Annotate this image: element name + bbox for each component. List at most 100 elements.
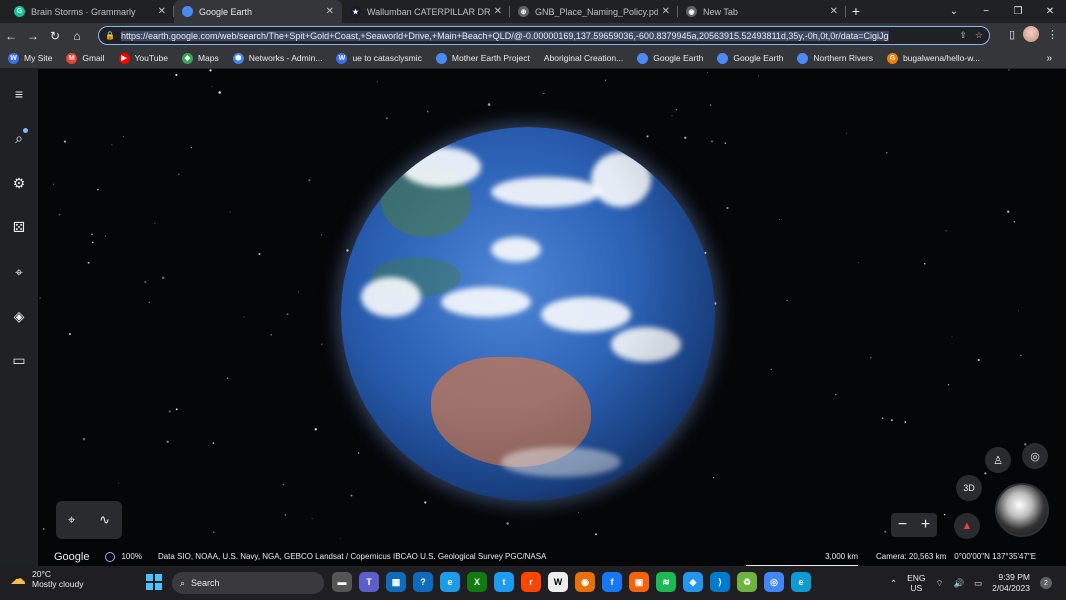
zoom-in-button[interactable]: + <box>921 516 930 534</box>
star <box>770 368 772 371</box>
data-attribution[interactable]: Data SIO, NOAA, U.S. Navy, NGA, GEBCO La… <box>158 552 546 561</box>
compass-icon[interactable]: ▲ <box>954 513 980 539</box>
taskbar-search[interactable]: ⌕ Search <box>172 572 324 594</box>
star <box>211 86 213 88</box>
bookmark-item[interactable]: Wue to catasclysmic <box>336 52 422 64</box>
file-explorer-icon[interactable]: ▬ <box>332 572 352 592</box>
tab-close-icon[interactable]: ✕ <box>830 6 838 17</box>
bookmark-item[interactable]: M Gmail <box>66 52 105 64</box>
bookmark-item[interactable]: ▶ YouTube <box>118 52 168 64</box>
my-location-icon[interactable]: ◎ <box>1022 443 1048 469</box>
toggle-3d-button[interactable]: 3D <box>956 475 982 501</box>
projects-pin-icon[interactable]: ⌖ <box>9 262 29 282</box>
bookmark-item[interactable]: Gbugalwena/hello-w... <box>886 52 980 64</box>
tab-0[interactable]: G Brain Storms · Grammarly ✕ <box>6 0 174 23</box>
wifi-icon[interactable]: ⌔ <box>936 578 944 589</box>
draw-path-icon[interactable]: ∿ <box>99 512 110 528</box>
side-panel-icon[interactable]: ▯ <box>1009 28 1015 41</box>
new-tab-button[interactable]: + <box>846 0 866 23</box>
url-text[interactable]: https://earth.google.com/web/search/The+… <box>120 30 951 41</box>
tab-close-icon[interactable]: ✕ <box>494 6 502 17</box>
address-bar[interactable]: 🔒 https://earth.google.com/web/search/Th… <box>98 26 990 45</box>
notification-badge[interactable]: 2 <box>1040 577 1052 589</box>
star <box>947 384 950 386</box>
start-button[interactable] <box>146 574 162 590</box>
add-placemark-icon[interactable]: ⌖ <box>68 512 75 528</box>
minimize-button[interactable]: − <box>970 6 1002 17</box>
teams-icon[interactable]: T <box>359 572 379 592</box>
menu-dots-icon[interactable]: ⋮ <box>1047 28 1058 41</box>
spotify-icon[interactable]: ≋ <box>656 572 676 592</box>
star <box>684 136 687 140</box>
vscode-icon[interactable]: ⟩ <box>710 572 730 592</box>
show-hidden-icons-chevron-icon[interactable]: ⌃ <box>890 578 897 589</box>
feeling-lucky-dice-icon[interactable]: ⚄ <box>9 217 29 237</box>
profile-avatar[interactable] <box>1023 26 1039 42</box>
tab-1[interactable]: Google Earth ✕ <box>174 0 342 23</box>
close-window-button[interactable]: ✕ <box>1034 6 1066 17</box>
minimap-globe[interactable] <box>995 483 1049 537</box>
maximize-button[interactable]: ❐ <box>1002 6 1034 17</box>
wikipedia-icon[interactable]: W <box>548 572 568 592</box>
help-icon[interactable]: ? <box>413 572 433 592</box>
place-tools: ⌖ ∿ <box>56 501 122 539</box>
tab-2[interactable]: ★ Wallumban CATERPILLAR DREAM ✕ <box>342 0 510 23</box>
home-button[interactable]: ⌂ <box>66 29 88 43</box>
bookmark-label: ue to catasclysmic <box>352 53 422 63</box>
bookmark-item[interactable]: W My Site <box>8 52 52 64</box>
calendar-icon[interactable]: ▦ <box>386 572 406 592</box>
photos-icon[interactable]: ▣ <box>629 572 649 592</box>
back-button[interactable]: ← <box>0 29 22 43</box>
edge-beta-icon[interactable]: e <box>791 572 811 592</box>
bookmarks-overflow-button[interactable]: » <box>1046 53 1052 64</box>
reload-button[interactable]: ↻ <box>44 29 66 43</box>
tab-3[interactable]: ⊕ GNB_Place_Naming_Policy.pdf ✕ <box>510 0 678 23</box>
bookmark-item[interactable]: Northern Rivers <box>797 52 873 64</box>
docker-icon[interactable]: ◆ <box>683 572 703 592</box>
star <box>213 531 215 533</box>
bookmark-item[interactable]: Mother Earth Project <box>435 52 530 64</box>
hamburger-menu-icon[interactable]: ≡ <box>9 84 29 104</box>
voyager-icon[interactable]: ⚙ <box>9 173 29 193</box>
bookmark-star-icon[interactable]: ☆ <box>975 30 983 41</box>
battery-icon[interactable]: ▭ <box>974 578 982 589</box>
map-style-layers-icon[interactable]: ◈ <box>9 306 29 326</box>
recycle-icon[interactable]: ♻ <box>737 572 757 592</box>
xbox-icon[interactable]: X <box>467 572 487 592</box>
search-icon[interactable]: ⌕ <box>9 128 29 148</box>
clock[interactable]: 9:39 PM 2/04/2023 <box>992 572 1030 594</box>
bookmark-item[interactable]: ◆ Maps <box>181 52 219 64</box>
facebook-icon[interactable]: f <box>602 572 622 592</box>
zoom-out-button[interactable]: − <box>898 516 907 534</box>
earth-globe[interactable] <box>341 127 715 501</box>
share-icon[interactable]: ⇪ <box>959 30 967 41</box>
bookmark-item[interactable]: Google Earth <box>637 52 703 64</box>
tab-close-icon[interactable]: ✕ <box>662 6 670 17</box>
load-percent: 100% <box>121 552 142 561</box>
bookmark-item[interactable]: Google Earth <box>717 52 783 64</box>
chrome-icon[interactable]: ◎ <box>764 572 784 592</box>
tab-title: Wallumban CATERPILLAR DREAM <box>367 6 490 17</box>
twitter-icon[interactable]: t <box>494 572 514 592</box>
chrome-alt-icon[interactable]: ◉ <box>575 572 595 592</box>
reddit-icon[interactable]: r <box>521 572 541 592</box>
pegman-streetview-icon[interactable]: ♙ <box>985 447 1011 473</box>
forward-button[interactable]: → <box>22 29 44 43</box>
star <box>881 417 884 420</box>
bookmark-item[interactable]: ⬢ Networks - Admin... <box>232 52 322 64</box>
measure-ruler-icon[interactable]: ▭ <box>9 350 29 370</box>
star <box>168 410 171 413</box>
tab-search-icon[interactable]: ⌄ <box>938 6 970 17</box>
star <box>724 142 727 145</box>
bookmark-item[interactable]: Aboriginal Creation... <box>544 53 623 63</box>
tab-close-icon[interactable]: ✕ <box>326 6 334 17</box>
earth-viewport[interactable]: ≡ ⌕ ⚙ ⚄ ⌖ ◈ ▭ ⌖ ∿ ♙ ◎ 3D − + ▲ Google 10… <box>0 69 1066 566</box>
volume-icon[interactable]: 🔊 <box>954 578 965 589</box>
language-indicator[interactable]: ENG US <box>907 573 925 593</box>
edge-icon[interactable]: e <box>440 572 460 592</box>
tab-close-icon[interactable]: ✕ <box>158 6 166 17</box>
tab-title: GNB_Place_Naming_Policy.pdf <box>535 6 658 17</box>
tab-4[interactable]: ◉ New Tab ✕ <box>678 0 846 23</box>
weather-widget[interactable]: ☁ 20°C Mostly cloudy <box>10 569 84 589</box>
lock-icon[interactable]: 🔒 <box>105 31 115 40</box>
